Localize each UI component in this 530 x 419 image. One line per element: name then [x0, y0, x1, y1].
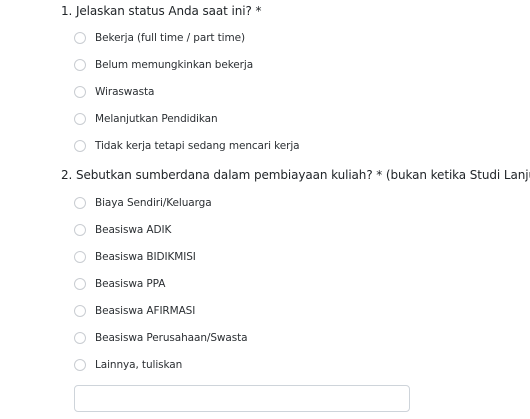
q2-option-label: Beasiswa PPA [95, 278, 166, 290]
q2-option-label: Beasiswa BIDIKMISI [95, 251, 196, 263]
q2-option-beasiswa-ppa[interactable]: Beasiswa PPA [74, 276, 165, 292]
q1-option-label: Melanjutkan Pendidikan [95, 113, 218, 125]
q1-option-label: Tidak kerja tetapi sedang mencari kerja [95, 140, 300, 152]
radio-button[interactable] [74, 140, 86, 152]
radio-button[interactable] [74, 32, 86, 44]
question-1-title: 1. Jelaskan status Anda saat ini? * [61, 4, 262, 18]
radio-button[interactable] [74, 59, 86, 71]
q2-option-beasiswa-bidikmisi[interactable]: Beasiswa BIDIKMISI [74, 249, 196, 265]
q1-option-melanjutkan-pendidikan[interactable]: Melanjutkan Pendidikan [74, 111, 218, 127]
q2-option-label: Biaya Sendiri/Keluarga [95, 197, 212, 209]
q2-option-label: Beasiswa ADIK [95, 224, 172, 236]
radio-button[interactable] [74, 332, 86, 344]
q2-option-beasiswa-perusahaan[interactable]: Beasiswa Perusahaan/Swasta [74, 330, 248, 346]
q2-option-beasiswa-afirmasi[interactable]: Beasiswa AFIRMASI [74, 303, 195, 319]
radio-button[interactable] [74, 359, 86, 371]
q1-option-label: Wiraswasta [95, 86, 155, 98]
question-2-title: 2. Sebutkan sumberdana dalam pembiayaan … [61, 168, 530, 182]
radio-button[interactable] [74, 251, 86, 263]
radio-button[interactable] [74, 305, 86, 317]
radio-button[interactable] [74, 113, 86, 125]
q2-option-label: Beasiswa AFIRMASI [95, 305, 196, 317]
q2-option-label: Lainnya, tuliskan [95, 359, 183, 371]
q1-option-bekerja[interactable]: Bekerja (full time / part time) [74, 30, 245, 46]
q2-option-biaya-sendiri[interactable]: Biaya Sendiri/Keluarga [74, 195, 212, 211]
q1-option-label: Belum memungkinkan bekerja [95, 59, 254, 71]
radio-button[interactable] [74, 278, 86, 290]
radio-button[interactable] [74, 197, 86, 209]
q1-option-wiraswasta[interactable]: Wiraswasta [74, 84, 154, 100]
q1-option-label: Bekerja (full time / part time) [95, 32, 245, 44]
q1-option-belum-memungkinkan[interactable]: Belum memungkinkan bekerja [74, 57, 253, 73]
q2-option-beasiswa-adik[interactable]: Beasiswa ADIK [74, 222, 171, 238]
q1-option-mencari-kerja[interactable]: Tidak kerja tetapi sedang mencari kerja [74, 138, 300, 154]
q2-option-lainnya[interactable]: Lainnya, tuliskan [74, 357, 182, 373]
other-funding-input[interactable] [74, 385, 410, 412]
q2-option-label: Beasiswa Perusahaan/Swasta [95, 332, 248, 344]
radio-button[interactable] [74, 224, 86, 236]
radio-button[interactable] [74, 86, 86, 98]
